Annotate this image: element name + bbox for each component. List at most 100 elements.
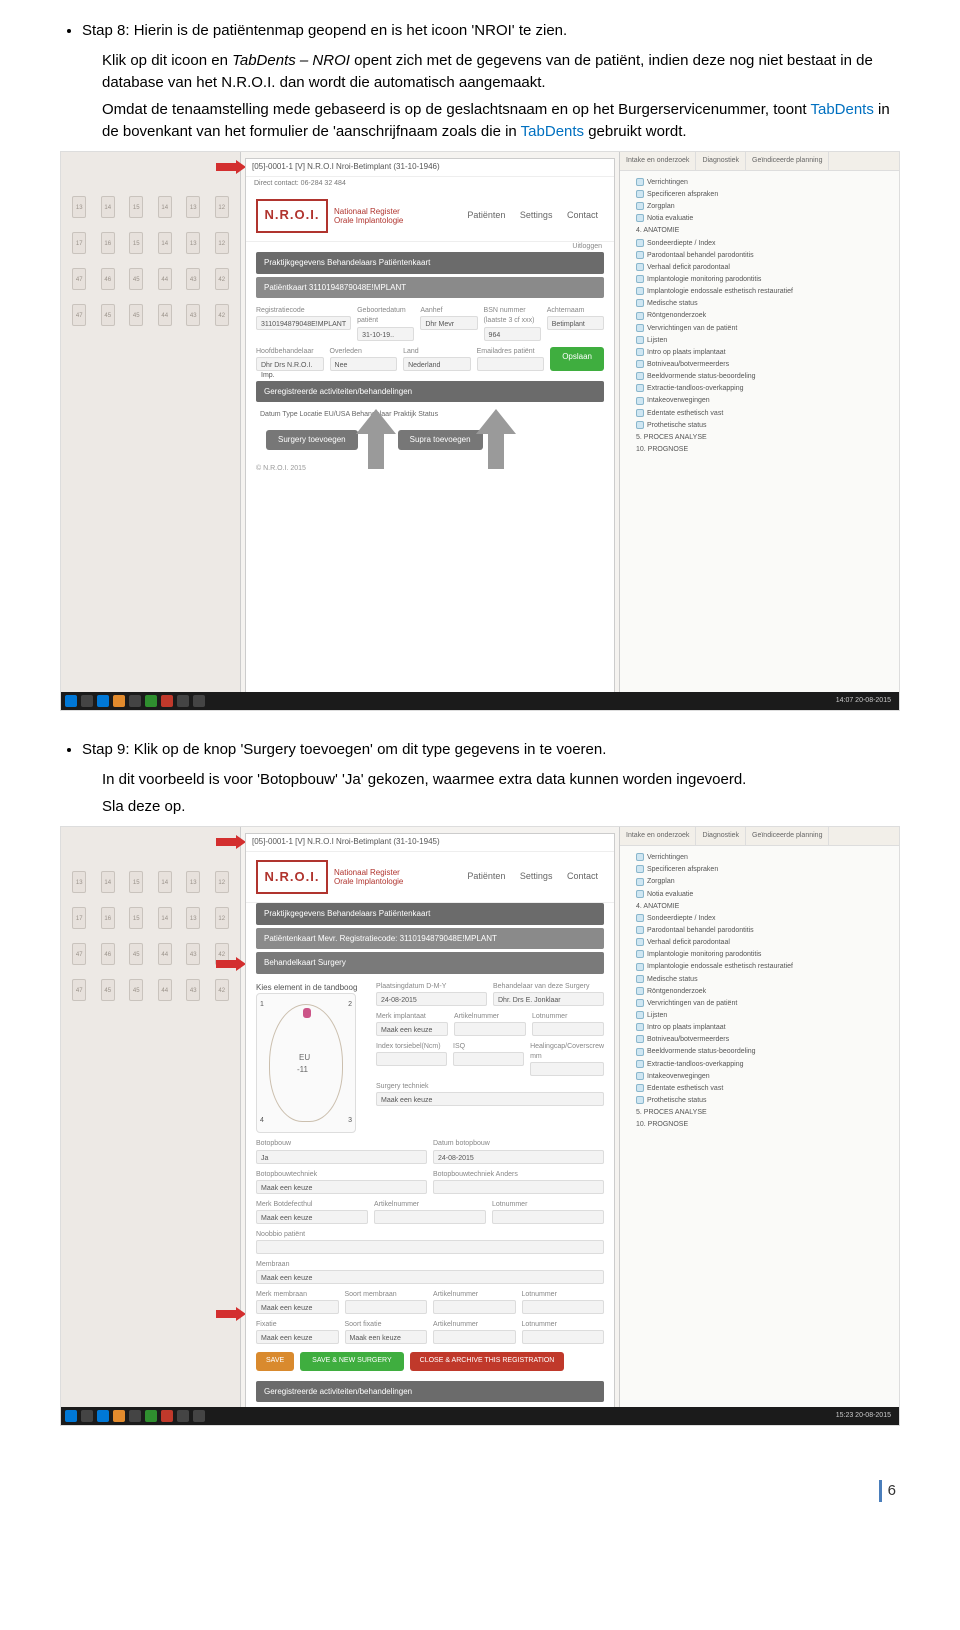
taskbar-icon[interactable] (145, 695, 157, 707)
tree-item[interactable]: Prothetische status (626, 420, 893, 432)
tree-item[interactable]: Notia evaluatie (626, 889, 893, 901)
taskbar-icon[interactable] (97, 1410, 109, 1422)
lotnr3-field[interactable] (522, 1300, 605, 1314)
land-field[interactable]: Nederland (403, 357, 471, 371)
tree-item[interactable]: Intakeoverwegingen (626, 395, 893, 407)
isq-field[interactable] (453, 1052, 524, 1066)
tree-item[interactable]: Botniveau/botvermeerders (626, 1034, 893, 1046)
tree-item[interactable]: Verrichtingen (626, 177, 893, 189)
artnr2-field[interactable] (374, 1210, 486, 1224)
tree-item[interactable]: Parodontaal behandel parodontitis (626, 925, 893, 937)
tree-item[interactable]: Sondeerdiepte / Index (626, 238, 893, 250)
hoofdbehandelaar-field[interactable]: Dhr Drs N.R.O.I. Imp. (256, 357, 324, 371)
plaatsing-field[interactable]: 24-08-2015 (376, 992, 487, 1006)
tree-item[interactable]: Verhaal deficit parodontaal (626, 262, 893, 274)
tab-diagnostiek[interactable]: Diagnostiek (696, 152, 746, 170)
tree-item[interactable]: Implantologie monitoring parodontitis (626, 949, 893, 961)
taskbar-icon[interactable] (161, 695, 173, 707)
tree-item[interactable]: Edentate esthetisch vast (626, 1083, 893, 1095)
merkvul-field[interactable]: Maak een keuze (256, 1210, 368, 1224)
tree-item[interactable]: Zorgplan (626, 201, 893, 213)
surgery-toevoegen-button[interactable]: Surgery toevoegen (266, 430, 358, 450)
taskbar-icon[interactable] (81, 695, 93, 707)
tree-item[interactable]: 4. ANATOMIE (626, 901, 893, 913)
overleden-field[interactable]: Nee (330, 357, 398, 371)
surgerytech-field[interactable]: Maak een keuze (376, 1092, 604, 1106)
email-field[interactable] (477, 357, 545, 371)
tree-item[interactable]: 10. PROGNOSE (626, 1119, 893, 1131)
nav-contact[interactable]: Contact (567, 210, 598, 220)
behandelaar-field[interactable]: Dhr. Drs E. Jonklaar (493, 992, 604, 1006)
start-icon[interactable] (65, 1410, 77, 1422)
uitloggen-link[interactable]: Uitloggen (246, 242, 614, 252)
taskbar-icon[interactable] (97, 695, 109, 707)
tree-item[interactable]: Vervrichtingen van de patiënt (626, 998, 893, 1010)
aanhef-field[interactable]: Dhr Mevr (420, 316, 477, 330)
registratiecode-field[interactable]: 3110194879048E!MPLANT (256, 316, 351, 330)
geboortedatum-field[interactable]: 31-10-19.. (357, 327, 414, 341)
tree-item[interactable]: Botniveau/botvermeerders (626, 359, 893, 371)
teeth-diagram[interactable]: EU -11 1 2 3 4 (256, 993, 356, 1133)
tree-item[interactable]: Vervrichtingen van de patiënt (626, 323, 893, 335)
opslaan-button[interactable]: Opslaan (550, 347, 604, 371)
merk-implantaat-field[interactable]: Maak een keuze (376, 1022, 448, 1036)
achternaam-field[interactable]: Betimplant (547, 316, 604, 330)
nav-patienten[interactable]: Patiënten (467, 871, 505, 881)
tree-item[interactable]: 4. ANATOMIE (626, 225, 893, 237)
tree-item[interactable]: Prothetische status (626, 1095, 893, 1107)
tree-item[interactable]: Verhaal deficit parodontaal (626, 937, 893, 949)
taskbar-icon[interactable] (193, 1410, 205, 1422)
lotnr2-field[interactable] (492, 1210, 604, 1224)
soortfixatie-field[interactable]: Maak een keuze (345, 1330, 428, 1344)
taskbar-icon[interactable] (129, 695, 141, 707)
taskbar-icon[interactable] (177, 1410, 189, 1422)
tree-item[interactable]: Beeldvormende status-beoordeling (626, 1046, 893, 1058)
bsn-field[interactable]: 964 (484, 327, 541, 341)
tab-planning[interactable]: Geïndiceerde planning (746, 827, 829, 845)
fixatie-field[interactable]: Maak een keuze (256, 1330, 339, 1344)
tree-item[interactable]: Röntgenonderzoek (626, 310, 893, 322)
tree-item[interactable]: Sondeerdiepte / Index (626, 913, 893, 925)
tree-item[interactable]: Medische status (626, 974, 893, 986)
tree-item[interactable]: Implantologie monitoring parodontitis (626, 274, 893, 286)
tab-intake[interactable]: Intake en onderzoek (620, 152, 696, 170)
taskbar-icon[interactable] (145, 1410, 157, 1422)
tree-item[interactable]: Parodontaal behandel parodontitis (626, 250, 893, 262)
supra-toevoegen-button[interactable]: Supra toevoegen (398, 430, 483, 450)
nav-settings[interactable]: Settings (520, 871, 553, 881)
tab-diagnostiek[interactable]: Diagnostiek (696, 827, 746, 845)
taskbar-icon[interactable] (161, 1410, 173, 1422)
artnr3-field[interactable] (433, 1300, 516, 1314)
healing-field[interactable] (530, 1062, 604, 1076)
tree-item[interactable]: 5. PROCES ANALYSE (626, 1107, 893, 1119)
tree-item[interactable]: Lijsten (626, 1010, 893, 1022)
tree-item[interactable]: Verrichtingen (626, 852, 893, 864)
nav-patienten[interactable]: Patiënten (467, 210, 505, 220)
datumbot-field[interactable]: 24-08-2015 (433, 1150, 604, 1164)
save-new-button[interactable]: SAVE & NEW SURGERY (300, 1352, 403, 1370)
tree-item[interactable]: Implantologie endossale esthetisch resta… (626, 286, 893, 298)
tree-item[interactable]: Intro op plaats implantaat (626, 347, 893, 359)
membraan-field[interactable]: Maak een keuze (256, 1270, 604, 1284)
tree-item[interactable]: Medische status (626, 298, 893, 310)
start-icon[interactable] (65, 695, 77, 707)
tree-item[interactable]: Röntgenonderzoek (626, 986, 893, 998)
tree-item[interactable]: Lijsten (626, 335, 893, 347)
tree-item[interactable]: Beeldvormende status-beoordeling (626, 371, 893, 383)
soortmem-field[interactable] (345, 1300, 428, 1314)
tab-planning[interactable]: Geïndiceerde planning (746, 152, 829, 170)
taskbar-icon[interactable] (177, 695, 189, 707)
bottechniek-anders-field[interactable] (433, 1180, 604, 1194)
index-field[interactable] (376, 1052, 447, 1066)
taskbar-icon[interactable] (113, 1410, 125, 1422)
close-archive-button[interactable]: CLOSE & ARCHIVE THIS REGISTRATION (410, 1352, 565, 1370)
save-button[interactable]: SAVE (256, 1352, 294, 1370)
tree-item[interactable]: Extractie-tandloos-overkapping (626, 383, 893, 395)
taskbar-icon[interactable] (129, 1410, 141, 1422)
nav-settings[interactable]: Settings (520, 210, 553, 220)
artnr-field[interactable] (454, 1022, 526, 1036)
taskbar-icon[interactable] (113, 695, 125, 707)
tree-item[interactable]: Specificeren afspraken (626, 864, 893, 876)
tree-item[interactable]: 5. PROCES ANALYSE (626, 432, 893, 444)
tree-item[interactable]: Intakeoverwegingen (626, 1071, 893, 1083)
